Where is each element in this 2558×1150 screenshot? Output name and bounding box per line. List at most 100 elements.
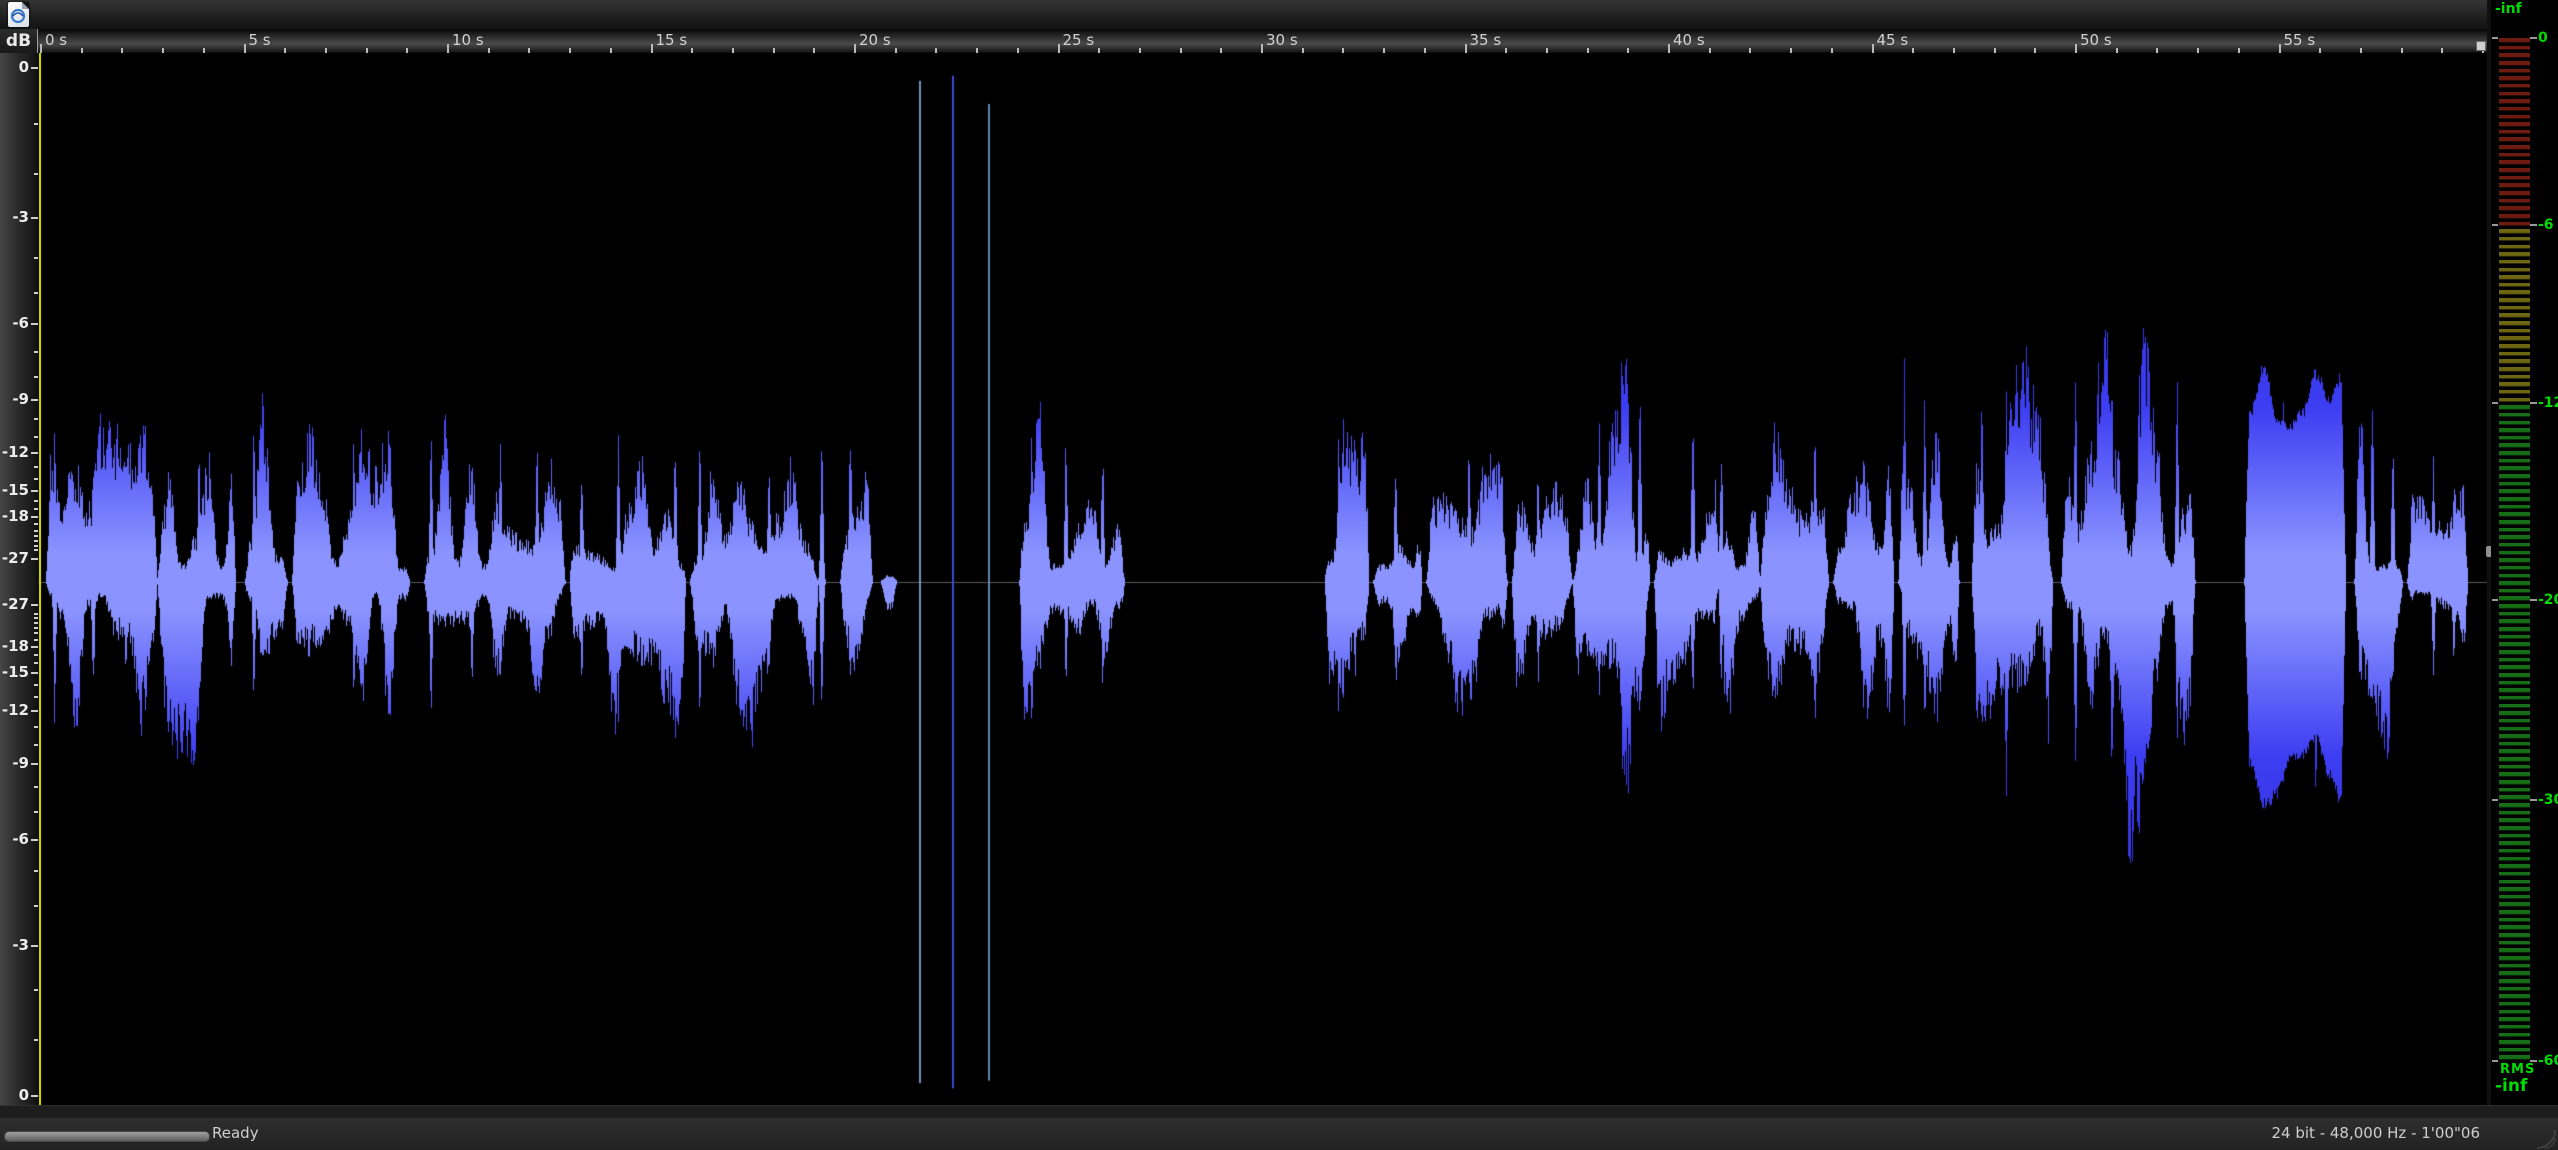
meter-led-segment	[2499, 826, 2530, 831]
meter-scale-label: -30	[2538, 792, 2558, 808]
meter-led-segment	[2499, 183, 2530, 188]
meter-led-segment	[2499, 222, 2530, 227]
meter-led-segment	[2499, 153, 2530, 158]
db-label: -9	[12, 756, 29, 770]
meter-led-segment	[2499, 528, 2530, 533]
meter-led-segment	[2499, 466, 2530, 471]
db-major-tick	[31, 217, 38, 219]
page-fold-icon	[22, 2, 29, 9]
meter-led-segment	[2499, 1040, 2530, 1045]
meter-led-segment	[2499, 268, 2530, 273]
meter-led-segment	[2499, 1010, 2530, 1015]
ruler-major-tick	[1058, 44, 1060, 53]
resize-grip[interactable]	[2534, 1127, 2556, 1149]
meter-led-segment	[2499, 405, 2530, 410]
waveform-canvas[interactable]	[38, 53, 2487, 1105]
meter-led-segment	[2499, 941, 2530, 946]
meter-led-segment	[2499, 979, 2530, 984]
meter-led-segment	[2499, 650, 2530, 655]
meter-led-segment	[2499, 474, 2530, 479]
meter-led-segment	[2499, 612, 2530, 617]
ruler-label: 5 s	[249, 31, 271, 49]
meter-led-segment	[2499, 964, 2530, 969]
meter-led-segment	[2499, 780, 2530, 785]
meter-led-segment	[2499, 581, 2530, 586]
playhead-cursor[interactable]	[39, 53, 41, 1105]
meter-led-segment	[2499, 313, 2530, 318]
db-ruler-title: dB	[0, 29, 38, 53]
meter-led-segment	[2499, 107, 2530, 112]
meter-scale-label: -60	[2538, 1053, 2558, 1069]
meter-led-segment	[2499, 199, 2530, 204]
meter-led-segment	[2499, 895, 2530, 900]
meter-scale-label: 0	[2538, 30, 2548, 46]
ruler-label: 55 s	[2284, 31, 2316, 49]
db-label: -12	[2, 445, 29, 459]
meter-led-segment	[2499, 176, 2530, 181]
meter-led-segment	[2499, 642, 2530, 647]
meter-led-segment	[2499, 46, 2530, 51]
meter-led-segment	[2499, 137, 2530, 142]
time-ruler[interactable]: 0 s5 s10 s15 s20 s25 s30 s35 s40 s45 s50…	[38, 29, 2487, 54]
ruler-end-cap	[2476, 41, 2486, 51]
meter-led-segment	[2499, 918, 2530, 923]
meter-scale-tick	[2492, 224, 2498, 226]
ruler-label: 45 s	[1877, 31, 1909, 49]
db-major-tick	[31, 452, 38, 454]
db-label: -9	[12, 392, 29, 406]
meter-led-segment	[2499, 145, 2530, 150]
meter-led-segment	[2499, 367, 2530, 372]
horizontal-scroll-thumb[interactable]	[4, 1131, 210, 1142]
meter-led-segment	[2499, 84, 2530, 89]
title-strip	[0, 0, 2491, 29]
meter-led-segment	[2499, 749, 2530, 754]
status-bar: Ready 24 bit - 48,000 Hz - 1'00"06	[0, 1118, 2558, 1150]
meter-led-segment	[2499, 206, 2530, 211]
meter-led-segment	[2499, 229, 2530, 234]
db-major-tick	[31, 1095, 38, 1097]
db-major-tick	[31, 646, 38, 648]
db-major-tick	[31, 516, 38, 518]
waveform-view[interactable]	[38, 53, 2487, 1105]
ruler-major-tick	[244, 44, 246, 53]
meter-led-segment	[2499, 321, 2530, 326]
file-format-info: 24 bit - 48,000 Hz - 1'00"06	[2272, 1124, 2480, 1142]
ruler-major-tick	[2279, 44, 2281, 53]
db-major-tick	[31, 490, 38, 492]
ruler-major-tick	[854, 44, 856, 53]
meter-scale-tick	[2530, 37, 2537, 39]
status-message: Ready	[212, 1124, 259, 1142]
meter-led-segment	[2499, 115, 2530, 120]
meter-led-segment	[2499, 61, 2530, 66]
meter-led-segment	[2499, 1055, 2530, 1060]
db-label: -15	[2, 665, 29, 679]
ruler-label: 35 s	[1470, 31, 1502, 49]
meter-led-segment	[2499, 306, 2530, 311]
meter-scale-tick	[2492, 37, 2498, 39]
audio-file-icon[interactable]	[8, 2, 29, 27]
db-major-tick	[31, 323, 38, 325]
meter-led-segment	[2499, 275, 2530, 280]
ruler-major-tick	[1872, 44, 1874, 53]
meter-led-segment	[2499, 290, 2530, 295]
meter-scale-tick	[2530, 799, 2537, 801]
meter-scale-tick	[2530, 402, 2537, 404]
meter-led-segment	[2499, 818, 2530, 823]
db-major-tick	[31, 67, 38, 69]
meter-led-segment	[2499, 925, 2530, 930]
meter-led-segment	[2499, 696, 2530, 701]
meter-led-segment	[2499, 658, 2530, 663]
level-meter[interactable]: -inf RMS -inf 0-6-12-20-30-60	[2491, 0, 2558, 1105]
db-label: -3	[12, 210, 29, 224]
ruler-label: 10 s	[452, 31, 484, 49]
meter-scale-tick	[2530, 224, 2537, 226]
meter-led-segment	[2499, 352, 2530, 357]
meter-led-segment	[2499, 359, 2530, 364]
meter-led-segment	[2499, 413, 2530, 418]
meter-led-segment	[2499, 214, 2530, 219]
meter-led-segment	[2499, 971, 2530, 976]
meter-led-segment	[2499, 765, 2530, 770]
meter-led-segment	[2499, 880, 2530, 885]
db-label: -27	[2, 551, 29, 565]
meter-led-segment	[2499, 283, 2530, 288]
